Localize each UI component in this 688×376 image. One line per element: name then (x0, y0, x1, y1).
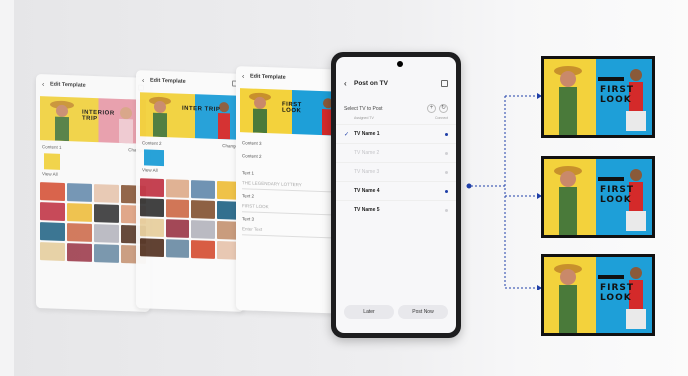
grid-thumb[interactable] (67, 223, 92, 242)
screen-title: Edit Template (50, 81, 86, 89)
grid-thumb[interactable] (165, 239, 189, 258)
tv-name: TV Name 5 (354, 207, 380, 213)
phone-device: ‹ Post on TV Select TV to Post + ↻ Assig… (331, 52, 461, 338)
back-arrow-icon[interactable]: ‹ (242, 73, 250, 80)
content-label: Content 1 (42, 144, 62, 150)
grid-thumb[interactable] (40, 222, 65, 242)
view-all-link[interactable]: View All (42, 171, 58, 179)
edit-template-screen-1: ‹ Edit Template INTERIOR TRIP Content 1 … (36, 74, 150, 312)
grid-thumb[interactable] (94, 244, 119, 263)
connect-header: Connect (434, 116, 448, 120)
content-thumbnail[interactable] (144, 149, 164, 167)
assigned-tv-header: Assigned TV (354, 116, 374, 120)
text-input[interactable]: Enter Text (242, 223, 342, 239)
tv-headline: FIRST LOOK (600, 283, 635, 303)
select-tv-row: Select TV to Post + ↻ (336, 94, 456, 115)
origin-dot (466, 183, 472, 189)
grid-thumb[interactable] (140, 218, 164, 238)
tv-name: TV Name 1 (354, 131, 380, 137)
back-arrow-icon[interactable]: ‹ (344, 79, 354, 88)
screen-header: ‹ Post on TV (336, 57, 456, 94)
grid-thumb[interactable] (140, 238, 164, 258)
model-illustration (149, 96, 230, 140)
tv-content: FIRST LOOK (544, 59, 652, 135)
template-banner[interactable]: INTER TRIP (140, 92, 240, 140)
grid-thumb[interactable] (94, 204, 119, 223)
screen-title: Edit Template (250, 73, 286, 81)
tv-content: FIRST LOOK (544, 257, 652, 333)
template-banner[interactable]: FIRST LOOK (240, 88, 344, 136)
action-buttons: Later Post Now (336, 305, 456, 319)
grid-thumb[interactable] (191, 180, 215, 199)
grid-thumb[interactable] (94, 184, 119, 203)
banner-text: INTERIOR TRIP (82, 109, 115, 123)
tv-name: TV Name 3 (354, 169, 380, 175)
tv-display: FIRST LOOK (541, 254, 655, 336)
add-tv-icon[interactable]: + (427, 104, 436, 113)
grid-thumb[interactable] (191, 220, 215, 239)
grid-thumb[interactable] (165, 219, 189, 238)
screen-title: Post on TV (354, 80, 388, 87)
grid-thumb[interactable] (67, 203, 92, 222)
edit-icon[interactable] (441, 80, 448, 87)
tv-display: FIRST LOOK (541, 156, 655, 238)
headline-tag (598, 275, 624, 279)
content-thumbnail[interactable] (44, 153, 60, 170)
grid-thumb[interactable] (165, 179, 189, 198)
tv-name: TV Name 2 (354, 150, 380, 156)
grid-thumb[interactable] (40, 242, 65, 262)
tv-list-item[interactable]: TV Name 4 (336, 181, 456, 200)
tv-list-item[interactable]: ✓ TV Name 1 (336, 124, 456, 143)
content-label: Content 3 (242, 140, 262, 146)
grid-thumb[interactable] (94, 224, 119, 243)
template-grid (136, 174, 244, 264)
edit-template-screen-2: ‹ Edit Template INTER TRIP Content 2 Cha… (136, 70, 244, 312)
grid-thumb[interactable] (140, 178, 164, 198)
post-now-button[interactable]: Post Now (398, 305, 448, 319)
tv-headline: FIRST LOOK (600, 85, 635, 105)
screen-header: ‹ Edit Template (136, 70, 244, 94)
template-banner[interactable]: INTERIOR TRIP (40, 96, 146, 144)
connect-status-icon (445, 189, 448, 193)
camera-icon (397, 61, 403, 67)
grid-thumb[interactable] (40, 182, 65, 202)
grid-thumb[interactable] (191, 200, 215, 219)
tv-headline: FIRST LOOK (600, 185, 635, 205)
content-label: Content 2 (142, 140, 162, 147)
column-headers: Assigned TV Connect (336, 115, 456, 124)
headline-tag (598, 177, 624, 181)
grid-thumb[interactable] (140, 198, 164, 218)
grid-thumb[interactable] (191, 240, 215, 259)
banner-text: FIRST LOOK (282, 101, 302, 115)
connect-status-icon (445, 132, 448, 136)
refresh-icon[interactable]: ↻ (439, 104, 448, 113)
view-all-link[interactable]: View All (142, 167, 158, 175)
connect-status-icon (445, 170, 448, 174)
tv-display: FIRST LOOK (541, 56, 655, 138)
connection-lines (466, 93, 542, 290)
post-on-tv-screen: ‹ Post on TV Select TV to Post + ↻ Assig… (336, 57, 456, 333)
grid-thumb[interactable] (67, 243, 92, 262)
back-arrow-icon[interactable]: ‹ (142, 77, 150, 84)
check-icon: ✓ (344, 131, 350, 138)
screen-title: Edit Template (150, 77, 186, 85)
grid-thumb[interactable] (40, 202, 65, 222)
headline-tag (598, 77, 624, 81)
select-tv-label: Select TV to Post (344, 105, 383, 112)
left-margin (0, 0, 14, 376)
template-grid (36, 178, 150, 268)
back-arrow-icon[interactable]: ‹ (42, 81, 50, 88)
connect-status-icon (445, 208, 448, 212)
tv-list-item[interactable]: TV Name 5 (336, 200, 456, 219)
content-label: Content 2 (242, 153, 262, 159)
later-button[interactable]: Later (344, 305, 394, 319)
tv-name: TV Name 4 (354, 188, 380, 194)
grid-thumb[interactable] (165, 199, 189, 218)
connect-status-icon (445, 151, 448, 155)
grid-thumb[interactable] (67, 183, 92, 202)
tv-list-item[interactable]: TV Name 3 (336, 162, 456, 181)
tv-content: FIRST LOOK (544, 159, 652, 235)
screen-header: ‹ Edit Template (36, 74, 150, 98)
tv-list-item[interactable]: TV Name 2 (336, 143, 456, 162)
